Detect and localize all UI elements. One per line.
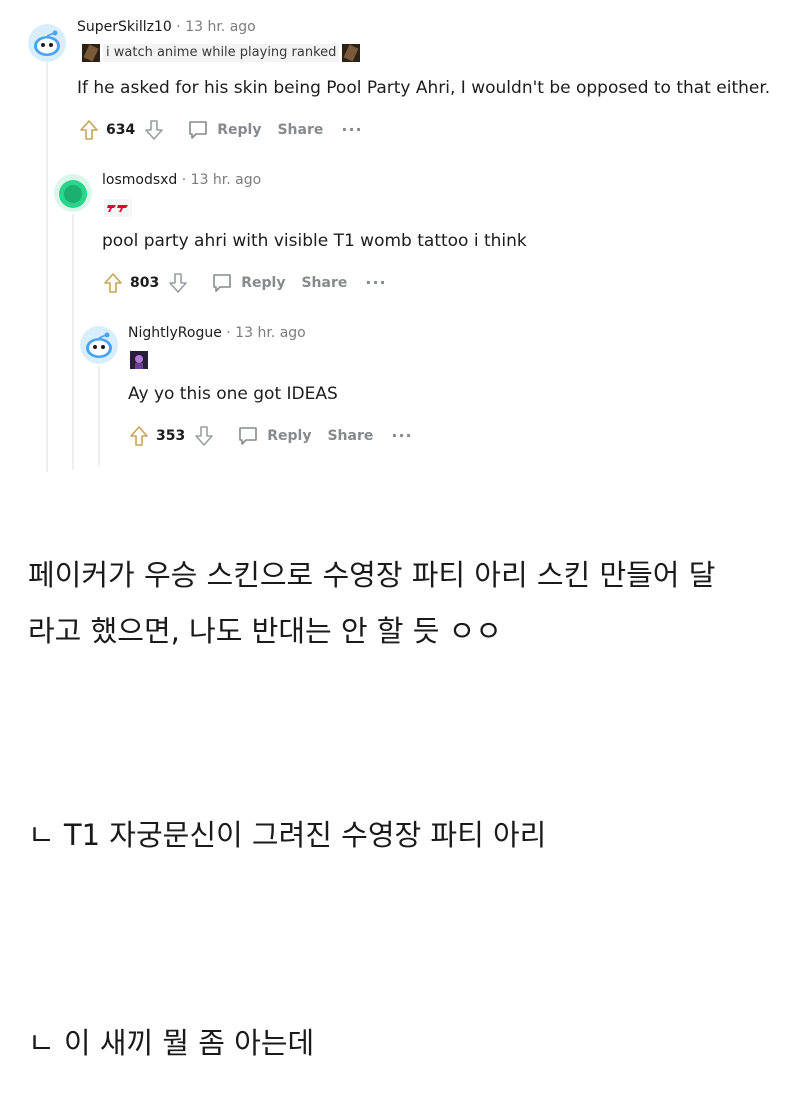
translation-line-2: 라고 했으면, 나도 반대는 안 할 듯 ㅇㅇ (28, 614, 502, 648)
snoo-avatar-icon (80, 326, 118, 364)
downvote-icon[interactable] (191, 423, 217, 449)
flair-emoji-icon (130, 351, 148, 369)
comment-actions: 353 Reply Share ··· (126, 422, 413, 450)
comment-thread: SuperSkillz10 · 13 hr. ago i watch anime… (0, 0, 800, 480)
more-options-button[interactable]: ··· (391, 428, 412, 444)
username[interactable]: NightlyRogue (128, 325, 222, 341)
translation-line-1: 페이커가 우승 스킨으로 수영장 파티 아리 스킨 만들어 달 (28, 558, 716, 592)
translation-line-3: ㄴ T1 자궁문신이 그려진 수영장 파티 아리 (28, 818, 547, 852)
reply-button[interactable]: Reply (237, 425, 311, 447)
share-button[interactable]: Share (327, 428, 373, 444)
vote-score: 353 (156, 428, 186, 444)
translation-line-4: ㄴ 이 새끼 뭘 좀 아는데 (28, 1026, 315, 1060)
upvote-icon[interactable] (126, 423, 152, 449)
timestamp[interactable]: · 13 hr. ago (226, 325, 305, 341)
reply-label: Reply (267, 428, 312, 444)
comment-body: Ay yo this one got IDEAS (128, 384, 338, 404)
comment-nightlyrogue: NightlyRogue · 13 hr. ago Ay yo this one… (0, 0, 800, 470)
comment-bubble-icon (239, 427, 258, 445)
avatar[interactable] (80, 326, 118, 364)
user-flair (130, 350, 148, 370)
comment-meta: NightlyRogue · 13 hr. ago (128, 325, 306, 341)
